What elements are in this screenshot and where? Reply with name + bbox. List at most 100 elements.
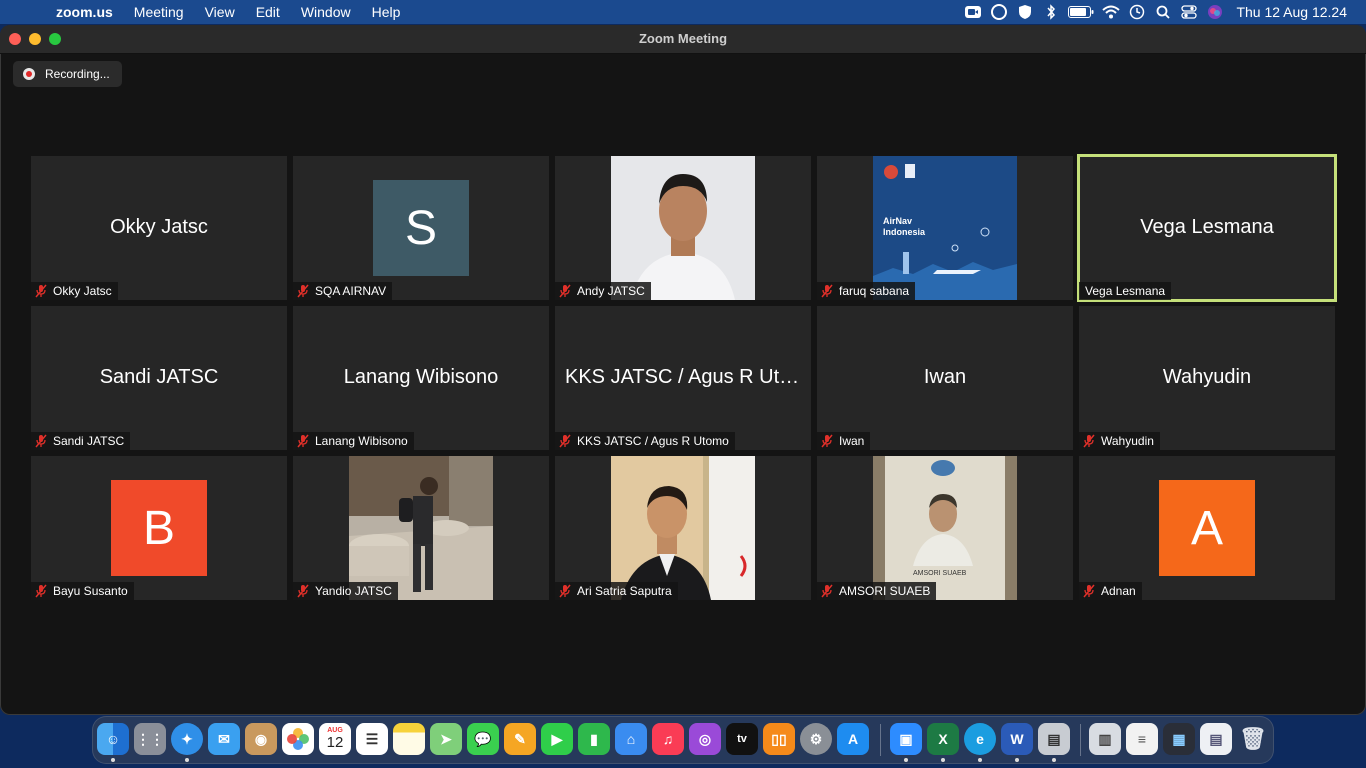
participant-tile[interactable]: Sandi JATSC Sandi JATSC: [31, 306, 287, 450]
recording-indicator[interactable]: Recording...: [13, 61, 122, 87]
circle-app-icon[interactable]: [990, 3, 1008, 21]
menu-window[interactable]: Window: [301, 4, 351, 20]
participant-name: Vega Lesmana: [1085, 284, 1166, 298]
battery-icon[interactable]: [1068, 3, 1094, 21]
poster-caption: AMSORI SUAEB: [913, 570, 967, 577]
participant-tile[interactable]: A Adnan: [1079, 456, 1335, 600]
participant-tile[interactable]: Wahyudin Wahyudin: [1079, 306, 1335, 450]
menu-edit[interactable]: Edit: [256, 4, 280, 20]
participant-name: Adnan: [1101, 584, 1136, 598]
participant-tile[interactable]: KKS JATSC / Agus R Uto... KKS JATSC / Ag…: [555, 306, 811, 450]
document-thumbnail-icon[interactable]: ▤: [1200, 723, 1232, 755]
reminders-icon[interactable]: ☰: [356, 723, 388, 755]
zoom-app-icon[interactable]: ▣: [890, 723, 922, 755]
participant-name: Lanang Wibisono: [315, 434, 408, 448]
document-thumbnail-icon[interactable]: ≡: [1126, 723, 1158, 755]
numbers-icon[interactable]: ▮: [578, 723, 610, 755]
system-preferences-icon[interactable]: ⚙: [800, 723, 832, 755]
muted-mic-icon: [35, 434, 47, 448]
record-icon: [23, 68, 35, 80]
facetime-icon[interactable]: ▶: [541, 723, 573, 755]
participant-tile[interactable]: Yandio JATSC: [293, 456, 549, 600]
participant-name: faruq sabana: [839, 284, 910, 298]
participant-tile[interactable]: Iwan Iwan: [817, 306, 1073, 450]
menubar-clock[interactable]: Thu 12 Aug 12.24: [1236, 4, 1347, 20]
menu-view[interactable]: View: [205, 4, 235, 20]
zoom-meeting-window: Zoom Meeting Recording... Okky Jatsc Okk…: [0, 25, 1366, 715]
participant-nameplate: Iwan: [817, 432, 871, 450]
music-icon[interactable]: ♫: [652, 723, 684, 755]
muted-mic-icon: [821, 584, 833, 598]
dock: ☺ ⋮⋮ ✦ ✉ ◉ AUG 12 ☰ ➤ 💬 ✎ ▶ ▮ ⌂ ♫ ◎ tv ▯…: [92, 716, 1274, 764]
notes-icon[interactable]: [393, 723, 425, 755]
excel-icon[interactable]: X: [927, 723, 959, 755]
app-store-icon[interactable]: A: [837, 723, 869, 755]
control-center-icon[interactable]: [1180, 3, 1198, 21]
safari-icon[interactable]: ✦: [171, 723, 203, 755]
participant-tile-active-speaker[interactable]: Vega Lesmana Vega Lesmana: [1077, 154, 1337, 302]
participant-avatar: A: [1159, 480, 1255, 576]
maps-icon[interactable]: ➤: [430, 723, 462, 755]
person-video-image: [611, 456, 755, 600]
participant-display-name: Sandi JATSC: [99, 366, 219, 388]
pages-icon[interactable]: ✎: [504, 723, 536, 755]
participant-nameplate: Adnan: [1079, 582, 1142, 600]
calendar-icon[interactable]: AUG 12: [319, 723, 351, 755]
participant-name: KKS JATSC / Agus R Utomo: [577, 434, 729, 448]
participant-tile[interactable]: Okky Jatsc Okky Jatsc: [31, 156, 287, 300]
participant-name: Andy JATSC: [577, 284, 645, 298]
participant-display-name: Okky Jatsc: [110, 216, 208, 238]
participant-tile[interactable]: B Bayu Susanto: [31, 456, 287, 600]
airnav-brand-text: AirNav Indonesia: [883, 216, 926, 237]
muted-mic-icon: [559, 584, 571, 598]
menu-help[interactable]: Help: [372, 4, 401, 20]
participant-tile[interactable]: Andy JATSC: [555, 156, 811, 300]
participant-tile[interactable]: AirNav Indonesia faruq sabana: [817, 156, 1073, 300]
contacts-icon[interactable]: ◉: [245, 723, 277, 755]
calendar-day: 12: [326, 734, 344, 751]
menu-meeting[interactable]: Meeting: [134, 4, 184, 20]
participant-tile[interactable]: Lanang Wibisono Lanang Wibisono: [293, 306, 549, 450]
participant-tile[interactable]: S SQA AIRNAV: [293, 156, 549, 300]
participant-tile[interactable]: Ari Satria Saputra: [555, 456, 811, 600]
trash-icon[interactable]: 🗑: [1237, 723, 1269, 755]
running-indicator: [1015, 758, 1019, 762]
word-icon[interactable]: W: [1001, 723, 1033, 755]
dock-separator: [1080, 724, 1081, 756]
books-icon[interactable]: ▯▯: [763, 723, 795, 755]
window-titlebar[interactable]: Zoom Meeting: [0, 25, 1366, 54]
downloads-stack-icon[interactable]: ▥: [1089, 723, 1121, 755]
siri-icon[interactable]: [1206, 3, 1224, 21]
zoom-status-icon[interactable]: [964, 3, 982, 21]
participant-name: Wahyudin: [1101, 434, 1154, 448]
keynote-icon[interactable]: ⌂: [615, 723, 647, 755]
participant-video: [611, 456, 755, 600]
participant-tile[interactable]: AMSORI SUAEB AMSORI SUAEB: [817, 456, 1073, 600]
participant-nameplate: Andy JATSC: [555, 282, 651, 300]
muted-mic-icon: [1083, 584, 1095, 598]
launchpad-icon[interactable]: ⋮⋮: [134, 723, 166, 755]
finder-icon[interactable]: ☺: [97, 723, 129, 755]
menu-app-zoom[interactable]: zoom.us: [56, 4, 113, 20]
time-machine-icon[interactable]: [1128, 3, 1146, 21]
messages-icon[interactable]: 💬: [467, 723, 499, 755]
photos-icon[interactable]: [282, 723, 314, 755]
participant-display-name: Iwan: [923, 366, 967, 388]
shield-icon[interactable]: [1016, 3, 1034, 21]
outdoor-photo-image: [349, 456, 493, 600]
search-icon[interactable]: [1154, 3, 1172, 21]
running-indicator: [1052, 758, 1056, 762]
preview-icon[interactable]: ▤: [1038, 723, 1070, 755]
bluetooth-icon[interactable]: [1042, 3, 1060, 21]
participant-nameplate: Okky Jatsc: [31, 282, 118, 300]
podcasts-icon[interactable]: ◎: [689, 723, 721, 755]
tv-icon[interactable]: tv: [726, 723, 758, 755]
wifi-icon[interactable]: [1102, 3, 1121, 21]
muted-mic-icon: [559, 284, 571, 298]
participant-display-name: Wahyudin: [1162, 366, 1252, 388]
running-indicator: [111, 758, 115, 762]
edge-browser-icon[interactable]: e: [964, 723, 996, 755]
participant-video: AirNav Indonesia: [873, 156, 1017, 300]
mail-icon[interactable]: ✉: [208, 723, 240, 755]
screenshot-thumbnail-icon[interactable]: ▦: [1163, 723, 1195, 755]
